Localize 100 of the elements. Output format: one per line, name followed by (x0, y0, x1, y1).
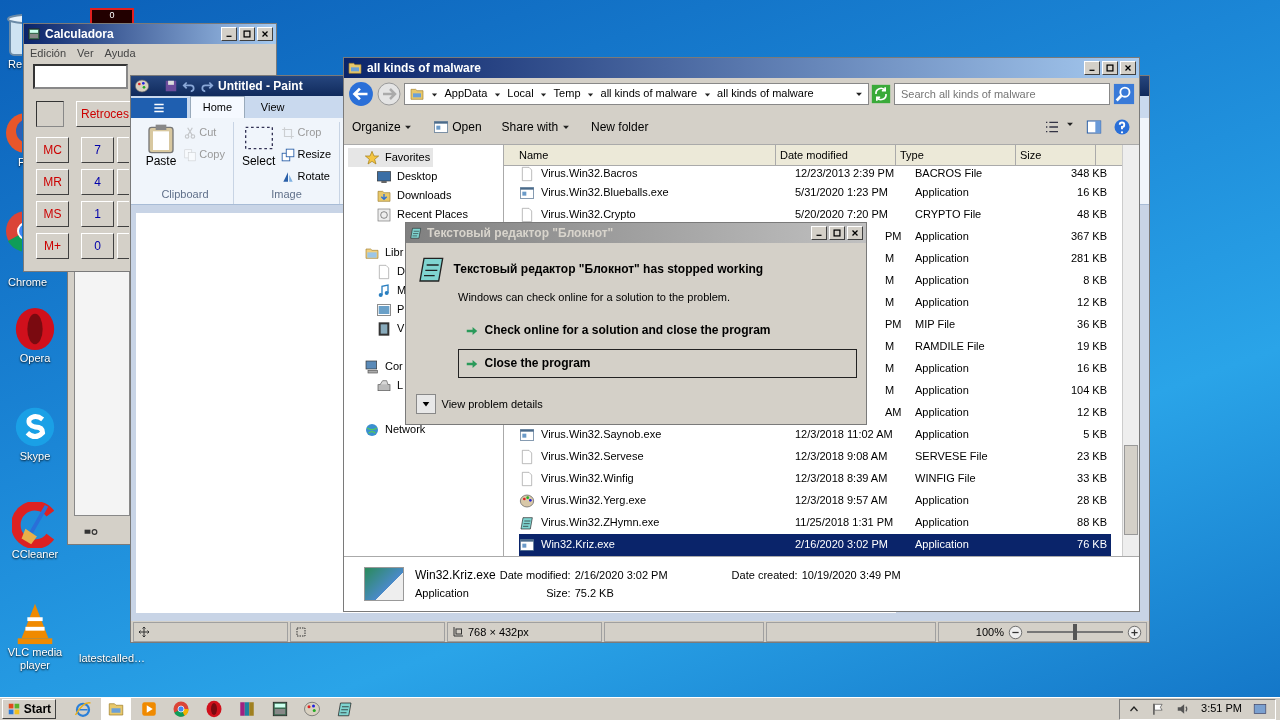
icon-label[interactable]: Chrome (0, 276, 48, 290)
back-button[interactable] (348, 81, 374, 107)
file-row[interactable]: Win32.Kriz.exe 2/16/2020 3:02 PM Application 76 KB (519, 534, 1111, 556)
icon-label[interactable]: Skype (19, 450, 51, 464)
details-toggle-label[interactable]: View problem details (441, 397, 543, 411)
redo-icon[interactable] (200, 79, 214, 93)
nav-item[interactable]: Favorites (348, 148, 434, 167)
toolbar-button[interactable]: Open (433, 119, 482, 135)
file-type: Application (914, 428, 970, 442)
nav-item[interactable]: Desktop (348, 167, 441, 186)
ribbon-tab[interactable]: Home (189, 96, 246, 118)
file-row[interactable]: Virus.Win32.Servese 12/3/2018 9:08 AM SERVESE File 23 KB (519, 446, 1111, 468)
nav-item[interactable]: Network (348, 420, 429, 439)
file-size: 33 KB (1076, 472, 1108, 486)
column-header[interactable]: Name (504, 145, 776, 165)
toolbar-button[interactable]: Share with (501, 119, 571, 135)
ribbon-tab[interactable]: View (247, 96, 298, 118)
menu-icon[interactable] (152, 101, 166, 115)
icon-label[interactable]: Opera (19, 352, 51, 366)
column-header[interactable]: Size (1016, 145, 1096, 165)
expand-button[interactable] (416, 394, 436, 415)
palette-icon (519, 493, 535, 509)
breadcrumb-item[interactable]: all kinds of malware (600, 87, 698, 101)
column-header[interactable]: Type (896, 145, 1016, 165)
calculator-icon[interactable] (270, 700, 289, 718)
option-button[interactable]: Close the program (458, 349, 857, 379)
breadcrumb-item[interactable]: Temp (553, 87, 581, 101)
file-type: Application (914, 274, 970, 288)
file-size: 16 KB (1076, 362, 1108, 376)
undo-icon[interactable] (182, 79, 196, 93)
calculator-key[interactable] (117, 137, 129, 163)
column-header[interactable]: Date modified (776, 145, 896, 165)
menu-item[interactable]: Edición (30, 47, 67, 61)
file-row[interactable]: Virus.Win32.Crypto 5/20/2020 7:20 PM CRYPTO File 48 KB (519, 204, 1111, 226)
option-button[interactable]: Check online for a solution and close the program (458, 316, 857, 346)
digit-key[interactable]: 7 (81, 137, 114, 163)
file-row[interactable]: Virus.Win32.Saynob.exe 12/3/2018 11:02 AM Application 5 KB (519, 424, 1111, 446)
file-row[interactable]: Virus.Win32.Bacros 12/23/2013 2:39 PM BACROS File 348 KB (519, 166, 1111, 182)
search-button[interactable] (1113, 83, 1135, 105)
memory-key[interactable]: M+ (36, 233, 69, 259)
browser-icon[interactable] (172, 700, 191, 718)
nav-item[interactable]: Cor (348, 357, 406, 376)
memory-key[interactable]: MR (36, 169, 69, 195)
toolbar-button[interactable]: Organize (352, 119, 414, 135)
menu-item[interactable]: Ayuda (104, 47, 136, 61)
nav-item[interactable]: Libr (348, 243, 407, 262)
icon-label[interactable]: Re (0, 58, 23, 72)
slider-thumb[interactable] (1073, 624, 1077, 641)
view-options-button[interactable] (1043, 119, 1075, 135)
file-menu-button[interactable] (131, 98, 187, 118)
file-row[interactable]: Virus.Win32.ZHymn.exe 11/25/2018 1:31 PM Application 88 KB (519, 512, 1111, 534)
preview-pane-button[interactable] (1086, 119, 1102, 135)
calculator-key[interactable] (117, 201, 129, 227)
toolbar-button[interactable]: New folder (591, 119, 649, 135)
nav-item[interactable]: D (348, 262, 408, 281)
opera-icon[interactable] (205, 700, 224, 718)
breadcrumb-item[interactable]: all kinds of malware (717, 87, 814, 101)
nav-item[interactable]: V (348, 319, 408, 338)
digit-key[interactable]: 0 (81, 233, 114, 259)
folder-icon[interactable] (106, 700, 125, 718)
save-icon[interactable] (164, 79, 178, 93)
breadcrumb-item[interactable]: Local (507, 87, 534, 101)
menu-item[interactable]: Ver (77, 47, 94, 61)
dialog-message: Windows can check online for a solution to the problem. (457, 290, 732, 305)
archive-icon[interactable] (237, 700, 256, 718)
scrollbar[interactable] (1122, 145, 1139, 556)
help-button[interactable] (1113, 118, 1131, 136)
tool-button[interactable]: Resize (280, 144, 332, 166)
file-row[interactable]: Virus.Win32.Winfig 12/3/2018 8:39 AM WINFIG File 33 KB (519, 468, 1111, 490)
select-button[interactable]: Select (241, 122, 276, 188)
clock[interactable]: 3:51 PM (1201, 702, 1242, 716)
globe-icon (364, 421, 380, 438)
memory-key[interactable]: MS (36, 201, 69, 227)
start-button[interactable]: Start (2, 699, 57, 719)
scrollbar-thumb[interactable] (1124, 445, 1138, 535)
search-field[interactable]: Search all kinds of malware (894, 83, 1111, 105)
display-field[interactable] (33, 64, 128, 89)
flag-icon[interactable] (1151, 702, 1166, 716)
browser-icon[interactable] (74, 700, 93, 718)
show-desktop-icon[interactable] (1253, 702, 1267, 716)
tool-button[interactable]: Rotate (280, 166, 332, 188)
breadcrumb-item[interactable]: AppData (444, 87, 488, 101)
address-bar[interactable]: AppData Local Temp all kinds of malware all kinds of malware (403, 83, 869, 105)
file-row[interactable]: Virus.Win32.Blueballs.exe 5/31/2020 1:23 PM Application 16 KB (519, 182, 1111, 204)
file-row[interactable]: Virus.Win32.Yerg.exe 12/3/2018 9:57 AM Application 28 KB (519, 490, 1111, 512)
zoom-in-button[interactable] (1127, 624, 1142, 640)
palette-icon[interactable] (134, 78, 150, 94)
nav-item[interactable]: L (348, 376, 407, 395)
notepad-icon[interactable] (336, 700, 355, 718)
digit-key[interactable]: 4 (81, 169, 114, 195)
memory-key[interactable]: MC (36, 137, 69, 163)
calculator-key[interactable] (117, 169, 129, 195)
nav-item[interactable]: Recent Places (348, 205, 471, 224)
nav-item[interactable]: M (348, 281, 410, 300)
zoom-out-button[interactable] (1008, 624, 1023, 640)
nav-item[interactable]: Downloads (348, 186, 455, 205)
refresh-button[interactable] (871, 84, 892, 104)
digit-key[interactable]: 1 (81, 201, 114, 227)
nav-item[interactable]: P (348, 300, 408, 319)
calculator-key[interactable] (117, 233, 129, 259)
